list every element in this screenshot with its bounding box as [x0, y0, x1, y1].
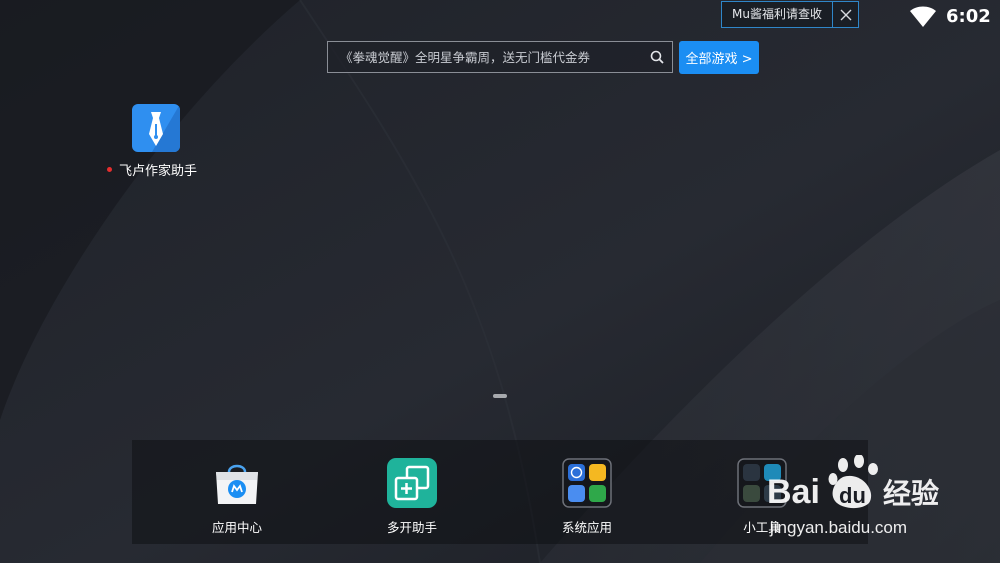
- close-icon: [840, 9, 851, 20]
- desktop-app-label: 飞卢作家助手: [119, 164, 198, 179]
- dock-item-label: 系统应用: [561, 520, 612, 535]
- dock: 应用中心 多开助手 系统应用 小工具: [132, 440, 868, 544]
- wifi-icon: [910, 6, 936, 27]
- multi-instance-icon: [387, 458, 437, 508]
- dock-item-system-apps[interactable]: 系统应用: [537, 458, 637, 536]
- dock-item-label: 应用中心: [211, 520, 262, 535]
- svg-text:Bai: Bai: [767, 473, 820, 511]
- all-games-button[interactable]: 全部游戏 >: [679, 41, 759, 74]
- app-center-bag-icon: [212, 458, 262, 508]
- svg-text:du: du: [839, 483, 866, 508]
- dock-item-app-center[interactable]: 应用中心: [187, 458, 287, 536]
- watermark-url: jingyan.baidu.com: [770, 518, 908, 537]
- search-bar[interactable]: [327, 41, 673, 73]
- notification-close-button[interactable]: [833, 2, 858, 27]
- page-indicator[interactable]: [493, 394, 507, 398]
- new-badge-dot: [107, 167, 112, 172]
- dock-item-multi-instance[interactable]: 多开助手: [362, 458, 462, 536]
- notification-text[interactable]: Mu酱福利请查收: [722, 2, 833, 27]
- search-icon: [650, 50, 664, 64]
- clock: 6:02: [946, 6, 991, 27]
- pen-nib-icon: [132, 104, 180, 152]
- search-input[interactable]: [328, 48, 642, 66]
- search-button[interactable]: [642, 42, 672, 72]
- svg-text:经验: 经验: [883, 477, 939, 510]
- system-apps-folder-icon: [562, 458, 612, 508]
- notification-banner[interactable]: Mu酱福利请查收: [721, 1, 859, 28]
- desktop-app-feilu-writer[interactable]: 飞卢作家助手: [104, 104, 214, 179]
- dock-item-label: 多开助手: [386, 520, 437, 535]
